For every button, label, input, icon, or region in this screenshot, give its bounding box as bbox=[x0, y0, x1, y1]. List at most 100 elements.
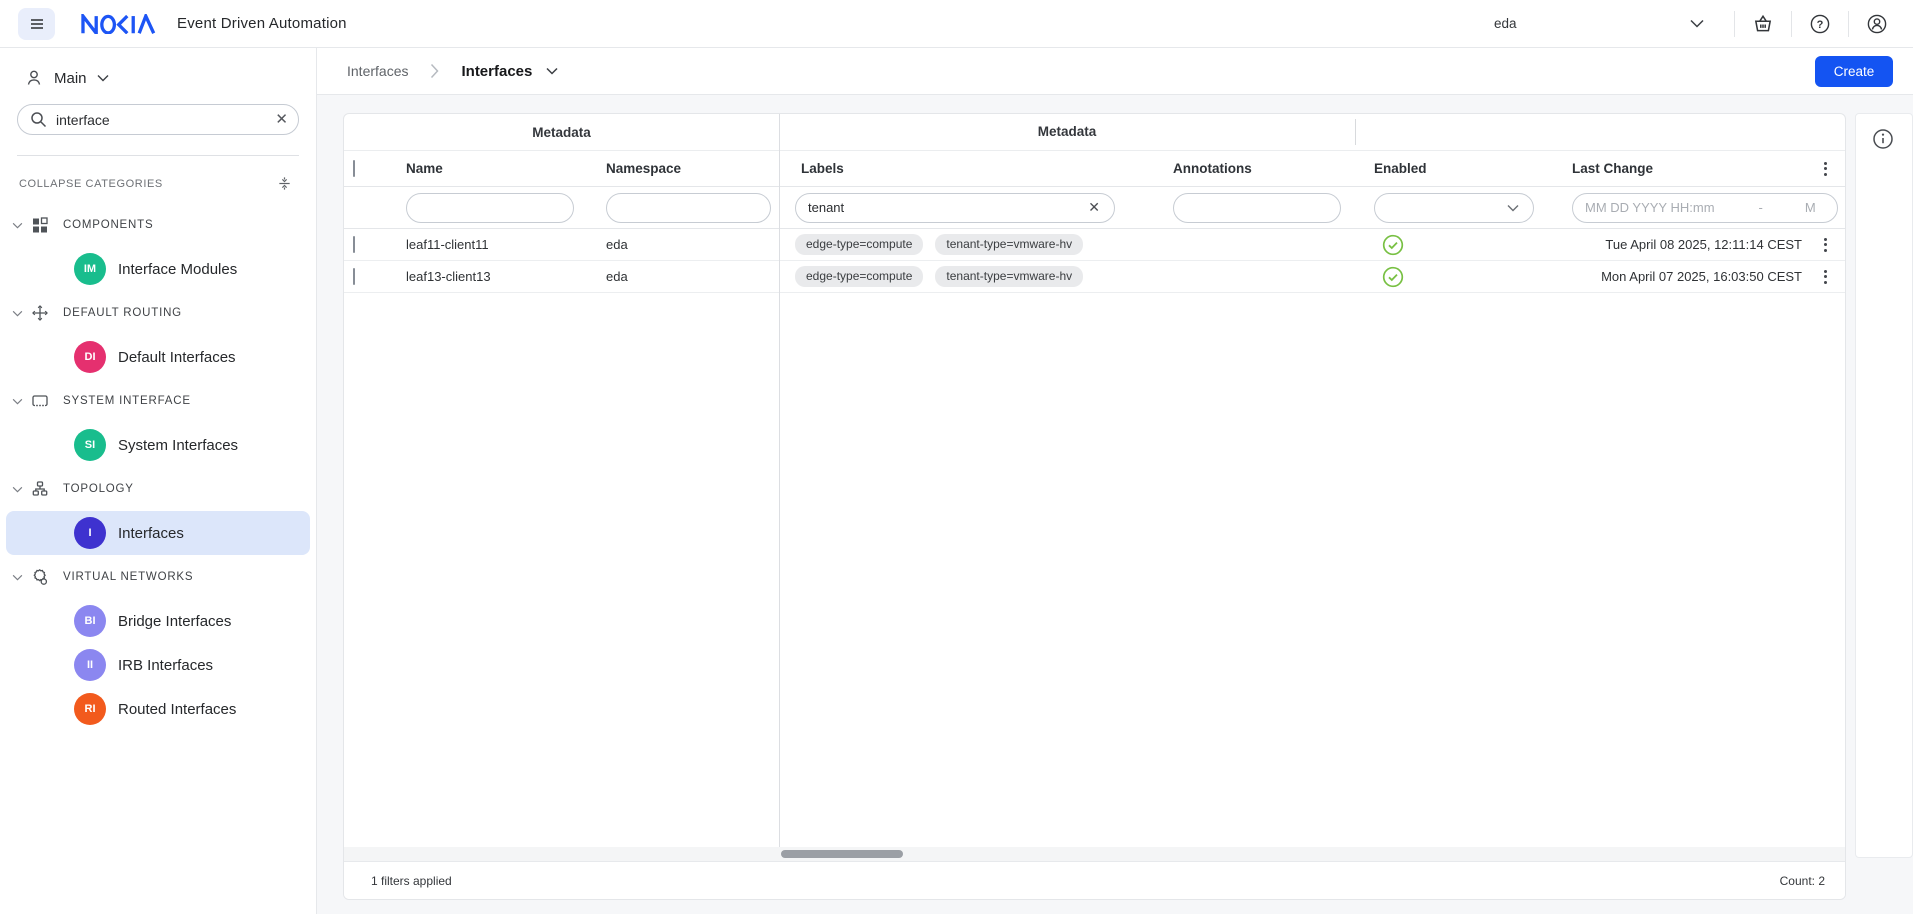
item-badge: BI bbox=[74, 605, 106, 637]
cell-namespace: eda bbox=[594, 269, 779, 284]
breadcrumb-dropdown-icon[interactable] bbox=[546, 67, 558, 75]
sidebar-item-routed-interfaces[interactable]: RI Routed Interfaces bbox=[6, 687, 310, 731]
category-topology[interactable]: TOPOLOGY bbox=[0, 467, 316, 511]
last-change-filter-input[interactable]: MM DD YYYY HH:mm - M bbox=[1572, 193, 1838, 223]
category-label: DEFAULT ROUTING bbox=[63, 307, 182, 319]
workspace-name: eda bbox=[1494, 16, 1517, 31]
table-options-kebab[interactable] bbox=[1814, 157, 1838, 181]
column-header-enabled[interactable]: Enabled bbox=[1356, 161, 1556, 176]
system-interface-icon bbox=[31, 392, 49, 410]
cell-labels: edge-type=compute tenant-type=vmware-hv bbox=[779, 266, 1154, 287]
row-actions-kebab[interactable] bbox=[1814, 233, 1838, 257]
search-input[interactable] bbox=[17, 104, 299, 135]
store-basket-icon bbox=[1752, 13, 1774, 35]
info-button[interactable] bbox=[1871, 126, 1897, 152]
horizontal-scrollbar bbox=[344, 847, 1845, 861]
info-icon bbox=[1871, 127, 1895, 151]
category-label: COMPONENTS bbox=[63, 219, 153, 231]
namespace-filter-input[interactable] bbox=[606, 193, 771, 223]
item-badge: II bbox=[74, 649, 106, 681]
date-placeholder-end: M bbox=[1805, 200, 1816, 215]
cell-last-change: Mon April 07 2025, 16:03:50 CEST bbox=[1556, 269, 1804, 284]
item-label: Interface Modules bbox=[118, 261, 237, 278]
menu-hamburger-button[interactable] bbox=[18, 8, 55, 40]
user-icon bbox=[24, 68, 44, 88]
category-label: VIRTUAL NETWORKS bbox=[63, 571, 193, 583]
column-header-annotations[interactable]: Annotations bbox=[1154, 161, 1356, 176]
virtual-networks-icon bbox=[31, 568, 49, 586]
group-header-metadata-1: Metadata bbox=[344, 125, 779, 140]
search-clear-icon[interactable]: ✕ bbox=[275, 110, 288, 128]
annotations-filter-input[interactable] bbox=[1173, 193, 1341, 223]
item-label: Default Interfaces bbox=[118, 349, 236, 366]
components-icon bbox=[31, 216, 49, 234]
category-system-interface[interactable]: SYSTEM INTERFACE bbox=[0, 379, 316, 423]
cell-name: leaf13-client13 bbox=[394, 269, 594, 284]
collapse-all-icon[interactable] bbox=[277, 176, 292, 191]
breadcrumb-parent[interactable]: Interfaces bbox=[347, 63, 408, 79]
sidebar-item-system-interfaces[interactable]: SI System Interfaces bbox=[6, 423, 310, 467]
labels-filter-clear-icon[interactable]: ✕ bbox=[1086, 199, 1102, 216]
item-label: IRB Interfaces bbox=[118, 657, 213, 674]
horizontal-scrollbar-thumb[interactable] bbox=[781, 850, 903, 858]
chevron-down-icon bbox=[12, 574, 23, 581]
category-virtual-networks[interactable]: VIRTUAL NETWORKS bbox=[0, 555, 316, 599]
sidebar-item-interfaces[interactable]: I Interfaces bbox=[6, 511, 310, 555]
cell-enabled bbox=[1356, 234, 1556, 256]
enabled-check-icon bbox=[1382, 234, 1404, 256]
account-icon bbox=[1866, 13, 1888, 35]
column-header-namespace[interactable]: Namespace bbox=[594, 161, 779, 176]
column-header-last-change[interactable]: Last Change bbox=[1556, 161, 1804, 176]
store-basket-button[interactable] bbox=[1749, 10, 1777, 38]
breadcrumb-chevron-icon bbox=[430, 63, 439, 79]
workspace-selector[interactable]: eda bbox=[1494, 16, 1704, 31]
table-group-header-row: Metadata Metadata bbox=[344, 114, 1845, 151]
context-label: Main bbox=[54, 70, 87, 87]
column-group-divider bbox=[779, 114, 780, 847]
sidebar-item-interface-modules[interactable]: IM Interface Modules bbox=[6, 247, 310, 291]
item-badge: I bbox=[74, 517, 106, 549]
column-header-labels[interactable]: Labels bbox=[779, 161, 1154, 176]
sidebar-item-irb-interfaces[interactable]: II IRB Interfaces bbox=[6, 643, 310, 687]
chevron-down-icon bbox=[12, 310, 23, 317]
routing-icon bbox=[31, 304, 49, 322]
chevron-down-icon bbox=[1507, 204, 1519, 212]
interfaces-table-card: Metadata Metadata Name Namespace Labels … bbox=[343, 113, 1846, 900]
label-chip: edge-type=compute bbox=[795, 266, 923, 287]
item-badge: IM bbox=[74, 253, 106, 285]
table-row[interactable]: leaf13-client13 eda edge-type=compute te… bbox=[344, 261, 1845, 293]
cell-namespace: eda bbox=[594, 237, 779, 252]
category-components[interactable]: COMPONENTS bbox=[0, 203, 316, 247]
context-switcher[interactable]: Main bbox=[0, 48, 316, 88]
breadcrumb-bar: Interfaces Interfaces Create bbox=[317, 48, 1913, 95]
sidebar-item-default-interfaces[interactable]: DI Default Interfaces bbox=[6, 335, 310, 379]
row-actions-kebab[interactable] bbox=[1814, 265, 1838, 289]
cell-enabled bbox=[1356, 266, 1556, 288]
name-filter-input[interactable] bbox=[406, 193, 574, 223]
category-default-routing[interactable]: DEFAULT ROUTING bbox=[0, 291, 316, 335]
filters-applied-label[interactable]: 1 filters applied bbox=[371, 874, 452, 888]
main-area: Interfaces Interfaces Create Metadata Me… bbox=[317, 48, 1913, 914]
row-checkbox[interactable] bbox=[353, 268, 355, 285]
create-button[interactable]: Create bbox=[1815, 56, 1893, 87]
enabled-filter-select[interactable] bbox=[1374, 193, 1534, 223]
row-checkbox[interactable] bbox=[353, 236, 355, 253]
help-button[interactable]: ? bbox=[1806, 10, 1834, 38]
table-header-row: Name Namespace Labels Annotations Enable… bbox=[344, 151, 1845, 187]
item-badge: RI bbox=[74, 693, 106, 725]
row-count-label: Count: 2 bbox=[1780, 874, 1825, 888]
item-badge: DI bbox=[74, 341, 106, 373]
column-header-name[interactable]: Name bbox=[394, 161, 594, 176]
sidebar-item-bridge-interfaces[interactable]: BI Bridge Interfaces bbox=[6, 599, 310, 643]
chevron-down-icon bbox=[97, 74, 109, 82]
category-label: SYSTEM INTERFACE bbox=[63, 395, 191, 407]
item-badge: SI bbox=[74, 429, 106, 461]
collapse-categories-label: COLLAPSE CATEGORIES bbox=[19, 178, 163, 190]
chevron-down-icon bbox=[1690, 19, 1704, 28]
labels-filter-input[interactable] bbox=[808, 200, 1086, 215]
account-button[interactable] bbox=[1863, 10, 1891, 38]
label-chip: tenant-type=vmware-hv bbox=[935, 234, 1083, 255]
table-row[interactable]: leaf11-client11 eda edge-type=compute te… bbox=[344, 229, 1845, 261]
divider bbox=[1791, 11, 1792, 37]
select-all-checkbox[interactable] bbox=[353, 160, 355, 177]
